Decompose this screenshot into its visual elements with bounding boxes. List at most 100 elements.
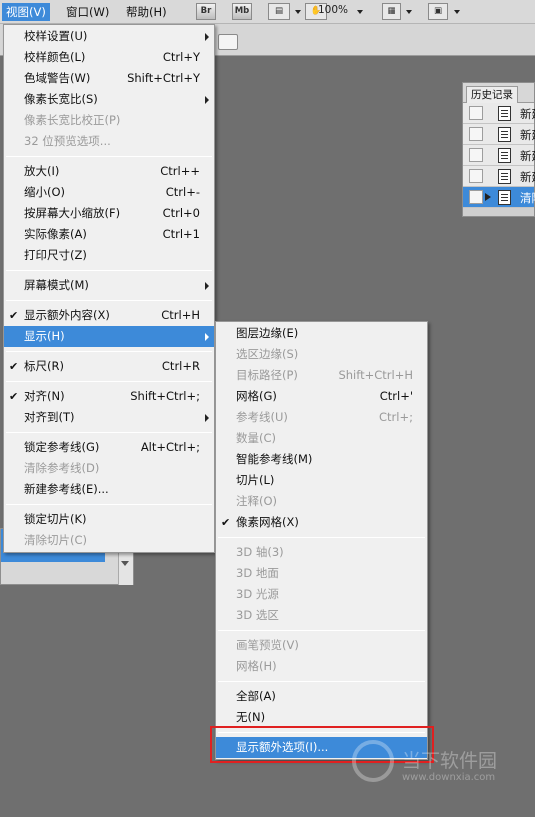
scroll-down-icon[interactable]: [121, 561, 129, 566]
menu-item[interactable]: 显示(H): [4, 326, 214, 347]
screen-mode-icon[interactable]: ▣: [428, 3, 448, 20]
menu-help[interactable]: 帮助(H): [122, 3, 171, 21]
menu-item: 3D 轴(3): [216, 542, 427, 563]
menu-item-label: 新建参考线(E)...: [24, 482, 109, 496]
menu-item[interactable]: 图层边缘(E): [216, 323, 427, 344]
menu-item-shortcut: Ctrl+Y: [162, 50, 200, 64]
bridge-button[interactable]: Br: [196, 3, 216, 20]
checkmark-icon: ✔: [9, 360, 19, 373]
history-row[interactable]: 新建: [463, 145, 535, 166]
menu-item-label: 放大(I): [24, 164, 60, 178]
menu-item[interactable]: 切片(L): [216, 470, 427, 491]
menu-item[interactable]: 无(N): [216, 707, 427, 728]
menu-item[interactable]: ✔ 对齐(N) Shift+Ctrl+;: [4, 386, 214, 407]
menu-item[interactable]: 打印尺寸(Z): [4, 245, 214, 266]
menu-item-label: 图层边缘(E): [236, 326, 299, 340]
menu-separator: [6, 270, 212, 271]
snapshot-checkbox[interactable]: [469, 127, 483, 141]
arrange-chevron-icon[interactable]: [406, 10, 412, 14]
menu-item-shortcut: Alt+Ctrl+;: [140, 440, 200, 454]
menu-item-label: 打印尺寸(Z): [24, 248, 87, 262]
menu-item[interactable]: 校样颜色(L) Ctrl+Y: [4, 47, 214, 68]
menu-item-label: 校样颜色(L): [24, 50, 86, 64]
zoom-level[interactable]: 100%: [318, 4, 348, 16]
history-state-icon: [498, 127, 511, 142]
menu-item[interactable]: 智能参考线(M): [216, 449, 427, 470]
history-row-selected[interactable]: 清除: [463, 187, 535, 208]
menu-item[interactable]: ✔ 显示额外内容(X) Ctrl+H: [4, 305, 214, 326]
history-label: 新建: [520, 149, 535, 163]
zoom-chevron-icon[interactable]: [357, 10, 363, 14]
menu-item-shortcut: Ctrl+1: [162, 227, 200, 241]
arrange-documents-icon[interactable]: ▦: [382, 3, 401, 20]
menu-item-shortcut: Ctrl+': [379, 389, 413, 403]
extras-icon[interactable]: ▤: [268, 3, 290, 20]
menu-item-label: 按屏幕大小缩放(F): [24, 206, 121, 220]
menu-item[interactable]: 色域警告(W) Shift+Ctrl+Y: [4, 68, 214, 89]
menu-item-label: 锁定参考线(G): [24, 440, 100, 454]
menu-item: 32 位预览选项...: [4, 131, 214, 152]
menu-item[interactable]: 按屏幕大小缩放(F) Ctrl+0: [4, 203, 214, 224]
mini-bridge-button[interactable]: Mb: [232, 3, 252, 20]
menu-item[interactable]: 像素长宽比(S): [4, 89, 214, 110]
menu-item-label: 像素网格(X): [236, 515, 299, 529]
menu-item: 数量(C): [216, 428, 427, 449]
menu-item[interactable]: 校样设置(U): [4, 26, 214, 47]
history-row[interactable]: 新建: [463, 103, 535, 124]
menu-item[interactable]: ✔ 标尺(R) Ctrl+R: [4, 356, 214, 377]
menu-item-label: 参考线(U): [236, 410, 288, 424]
snapshot-checkbox[interactable]: [469, 169, 483, 183]
menu-item-label: 标尺(R): [24, 359, 64, 373]
callout-highlight: [210, 726, 434, 763]
menu-item: 像素长宽比校正(P): [4, 110, 214, 131]
menu-item[interactable]: 屏幕模式(M): [4, 275, 214, 296]
menu-separator: [6, 504, 212, 505]
history-row[interactable]: 新建: [463, 166, 535, 187]
menu-separator: [218, 630, 425, 631]
menu-item-label: 缩小(O): [24, 185, 66, 199]
checkmark-icon: ✔: [221, 516, 231, 529]
menu-item[interactable]: 实际像素(A) Ctrl+1: [4, 224, 214, 245]
menu-item[interactable]: 锁定切片(K): [4, 509, 214, 530]
menu-item: 目标路径(P) Shift+Ctrl+H: [216, 365, 427, 386]
menu-item-shortcut: Ctrl+-: [165, 185, 200, 199]
menu-view[interactable]: 视图(V): [2, 3, 50, 21]
menu-item-label: 智能参考线(M): [236, 452, 313, 466]
menu-item-label: 全部(A): [236, 689, 276, 703]
menu-separator: [6, 300, 212, 301]
menu-item-label: 像素长宽比校正(P): [24, 113, 121, 127]
history-state-icon: [498, 148, 511, 163]
menu-item[interactable]: 缩小(O) Ctrl+-: [4, 182, 214, 203]
menu-item: 3D 选区: [216, 605, 427, 626]
menu-item-label: 网格(G): [236, 389, 277, 403]
menu-item[interactable]: 新建参考线(E)...: [4, 479, 214, 500]
snapshot-checkbox[interactable]: [469, 148, 483, 162]
tab-history[interactable]: 历史记录: [466, 86, 518, 103]
snapshot-checkbox[interactable]: [469, 106, 483, 120]
menu-item: 参考线(U) Ctrl+;: [216, 407, 427, 428]
menu-item[interactable]: 网格(G) Ctrl+': [216, 386, 427, 407]
watermark-url: www.downxia.com: [402, 772, 496, 783]
snapshot-checkbox[interactable]: [469, 190, 483, 204]
menu-item-label: 显示(H): [24, 329, 65, 343]
menu-item[interactable]: 放大(I) Ctrl++: [4, 161, 214, 182]
checkmark-icon: ✔: [9, 390, 19, 403]
submenu-arrow-icon: [205, 33, 209, 41]
menu-item[interactable]: ✔ 像素网格(X): [216, 512, 427, 533]
chevron-down-icon[interactable]: [295, 10, 301, 14]
menu-item-label: 像素长宽比(S): [24, 92, 98, 106]
history-panel: 历史记录 新建 新建 新建 新建 清除: [462, 82, 535, 217]
menu-window[interactable]: 窗口(W): [62, 3, 113, 21]
menu-item-label: 网格(H): [236, 659, 277, 673]
menu-item[interactable]: 锁定参考线(G) Alt+Ctrl+;: [4, 437, 214, 458]
menu-item-label: 实际像素(A): [24, 227, 87, 241]
screen-mode-chevron-icon[interactable]: [454, 10, 460, 14]
menu-item-shortcut: Ctrl+R: [161, 359, 200, 373]
history-state-icon: [498, 169, 511, 184]
menu-item[interactable]: 全部(A): [216, 686, 427, 707]
menu-item[interactable]: 对齐到(T): [4, 407, 214, 428]
options-field[interactable]: [218, 34, 238, 50]
menu-item-label: 3D 光源: [236, 587, 279, 601]
menu-item-shortcut: Ctrl+0: [162, 206, 200, 220]
history-row[interactable]: 新建: [463, 124, 535, 145]
